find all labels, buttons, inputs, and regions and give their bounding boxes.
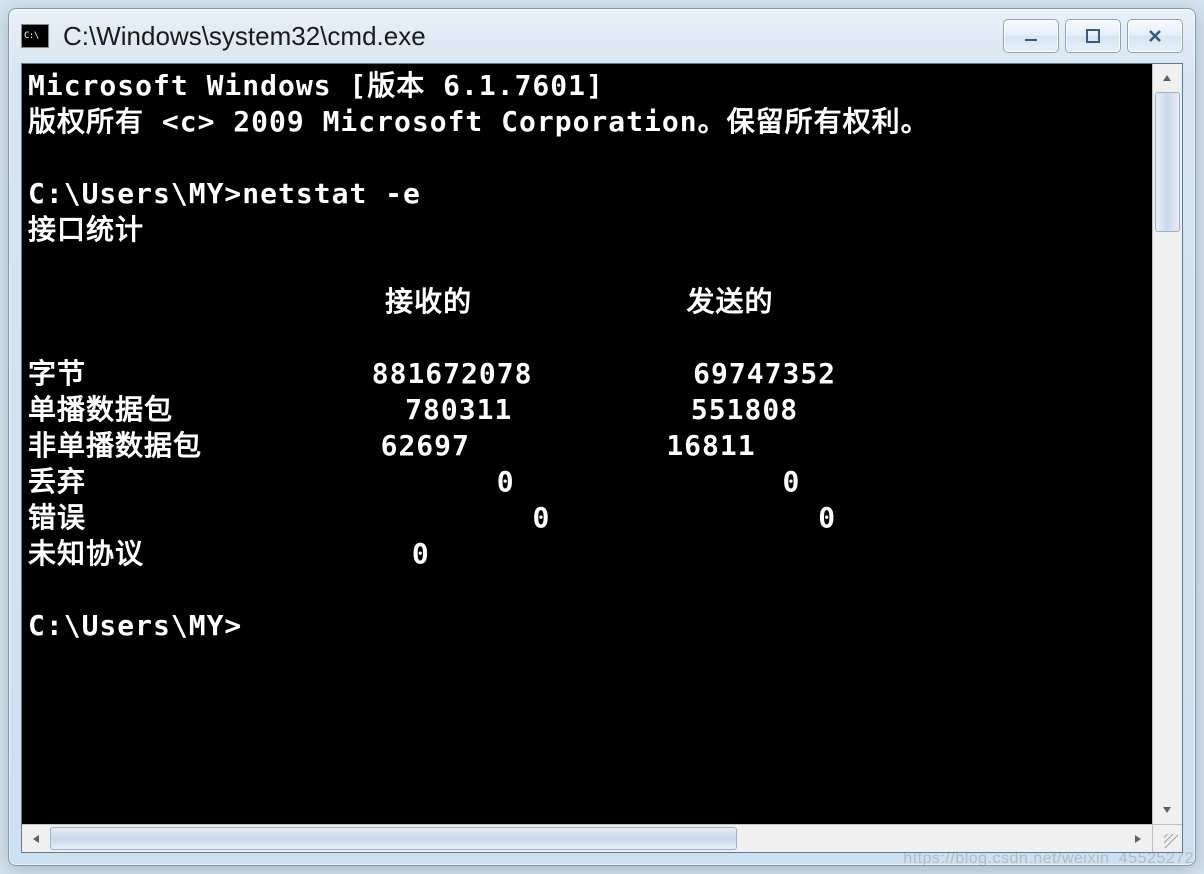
chevron-right-icon (1132, 833, 1144, 845)
terminal-viewport[interactable]: Microsoft Windows [版本 6.1.7601] 版权所有 <c>… (22, 64, 1152, 824)
scroll-left-button[interactable] (22, 825, 50, 853)
prompt-1: C:\Users\MY>netstat -e (28, 177, 421, 210)
horizontal-scrollbar[interactable] (22, 824, 1152, 852)
row-unknown: 未知协议 0 (28, 537, 430, 570)
titlebar[interactable]: C:\Windows\system32\cmd.exe (9, 9, 1195, 63)
horizontal-scroll-thumb[interactable] (50, 827, 737, 850)
row-unicast-label: 单播数据包 (28, 393, 173, 426)
scroll-down-button[interactable] (1153, 796, 1181, 824)
row-discard-sent: 0 (782, 465, 800, 498)
minimize-button[interactable] (1003, 19, 1059, 53)
vertical-scroll-track[interactable] (1153, 92, 1182, 796)
row-unicast: 单播数据包 780311 551808 (28, 393, 798, 426)
row-bytes-label: 字节 (28, 357, 86, 390)
column-header-row: 接收的 发送的 (28, 285, 773, 318)
row-error: 错误 0 0 (28, 501, 836, 534)
row-error-recv: 0 (532, 501, 550, 534)
row-unicast-recv: 780311 (405, 393, 512, 426)
row-bytes-recv: 881672078 (372, 357, 533, 390)
horizontal-scroll-track[interactable] (50, 825, 1124, 852)
prompt-1-path: C:\Users\MY> (28, 177, 242, 210)
row-unicast-sent: 551808 (691, 393, 798, 426)
cmd-window: C:\Windows\system32\cmd.exe Microsoft Wi… (8, 8, 1196, 866)
watermark: https://blog.csdn.net/weixin_45525272 (903, 850, 1194, 868)
vertical-scrollbar[interactable] (1152, 64, 1182, 824)
row-error-label: 错误 (28, 501, 86, 534)
vertical-scroll-thumb[interactable] (1155, 92, 1180, 232)
row-nonunicast-sent: 16811 (666, 429, 755, 462)
heading-interface-stats: 接口统计 (28, 213, 144, 246)
resize-grip[interactable] (1152, 824, 1182, 852)
minimize-icon (1022, 27, 1040, 45)
chevron-down-icon (1161, 804, 1173, 816)
line-copyright: 版权所有 <c> 2009 Microsoft Corporation。保留所有… (28, 105, 930, 138)
row-nonunicast-label: 非单播数据包 (28, 429, 202, 462)
row-unknown-label: 未知协议 (28, 537, 144, 570)
maximize-button[interactable] (1065, 19, 1121, 53)
terminal-output: Microsoft Windows [版本 6.1.7601] 版权所有 <c>… (22, 64, 1152, 648)
window-title: C:\Windows\system32\cmd.exe (59, 21, 993, 52)
row-nonunicast-recv: 62697 (381, 429, 470, 462)
row-discard: 丢弃 0 0 (28, 465, 800, 498)
maximize-icon (1084, 27, 1102, 45)
terminal-area: Microsoft Windows [版本 6.1.7601] 版权所有 <c>… (21, 63, 1183, 853)
row-error-sent: 0 (818, 501, 836, 534)
row-unknown-recv: 0 (412, 537, 430, 570)
cmd-icon (21, 24, 49, 48)
row-bytes: 字节 881672078 69747352 (28, 357, 836, 390)
chevron-up-icon (1161, 72, 1173, 84)
line-version: Microsoft Windows [版本 6.1.7601] (28, 69, 604, 102)
chevron-left-icon (30, 833, 42, 845)
row-bytes-sent: 69747352 (693, 357, 836, 390)
window-controls (1003, 19, 1187, 53)
prompt-2: C:\Users\MY> (28, 609, 242, 642)
close-icon (1146, 27, 1164, 45)
row-nonunicast: 非单播数据包 62697 16811 (28, 429, 756, 462)
scroll-up-button[interactable] (1153, 64, 1181, 92)
scroll-right-button[interactable] (1124, 825, 1152, 853)
close-button[interactable] (1127, 19, 1183, 53)
row-discard-recv: 0 (497, 465, 515, 498)
prompt-1-command: netstat -e (242, 177, 421, 210)
row-discard-label: 丢弃 (28, 465, 86, 498)
